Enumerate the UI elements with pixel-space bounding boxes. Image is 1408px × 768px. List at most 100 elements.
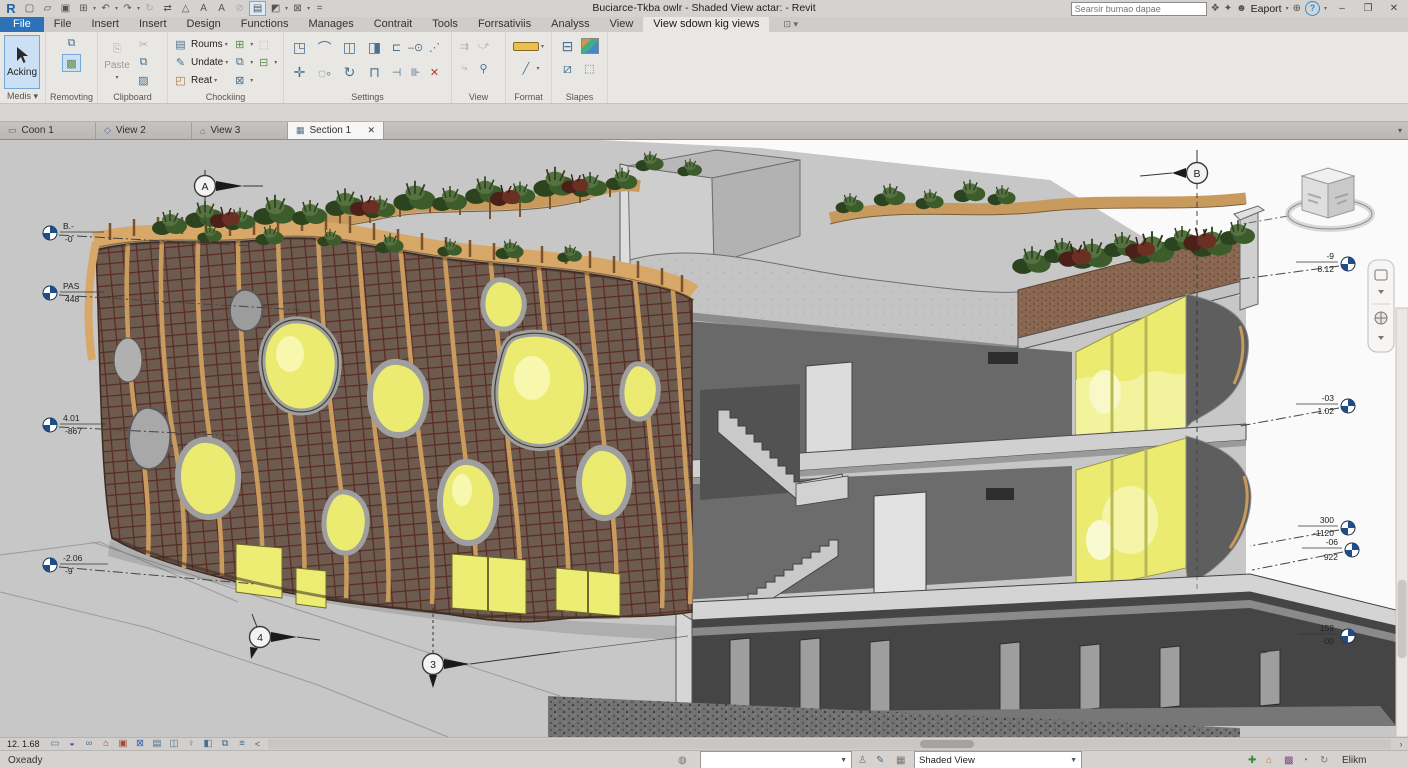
level-marker[interactable] xyxy=(1341,629,1355,643)
cut-icon[interactable]: ✂ xyxy=(135,37,152,53)
measure-icon[interactable]: △ xyxy=(177,1,194,16)
text-icon[interactable]: A xyxy=(195,1,212,16)
drawing-area[interactable]: B.- -0 PAS 448 4.01 -867 -2.06 -9 -9 8.1… xyxy=(0,140,1408,737)
linework-button[interactable]: ▾ xyxy=(513,35,544,57)
mirror-draw-icon[interactable]: ◨ xyxy=(363,37,386,59)
select-pinned-icon[interactable]: ◔ xyxy=(1302,751,1318,768)
account-name[interactable]: Eaport xyxy=(1251,3,1282,15)
sync-icon[interactable]: ↻ xyxy=(141,1,158,16)
level-marker[interactable] xyxy=(1341,257,1355,271)
app-store-icon[interactable]: ⊕ xyxy=(1293,3,1301,14)
similar-icon[interactable]: ⊟ xyxy=(255,55,272,71)
open-file-icon[interactable]: ▱ xyxy=(39,1,56,16)
arrow-hop-icon[interactable]: ⤻ xyxy=(475,38,492,54)
view-tab-coon1[interactable]: ▭ Coon 1 xyxy=(0,122,96,139)
tab-contrait[interactable]: Contrait xyxy=(364,17,423,32)
section-icon[interactable]: ⊠ xyxy=(289,1,306,16)
level-marker[interactable] xyxy=(1345,543,1359,557)
tab-insert-2[interactable]: Insert xyxy=(129,17,177,32)
reveal-hidden-icon[interactable]: ◧ xyxy=(200,738,217,750)
render-caret-icon[interactable]: ▾ xyxy=(285,5,288,12)
level-marker[interactable] xyxy=(43,226,57,240)
delete-icon[interactable]: ✕ xyxy=(426,65,443,81)
truck-icon[interactable]: ⊏ xyxy=(388,40,405,56)
horizontal-scrollbar[interactable] xyxy=(268,739,1391,749)
view-scale[interactable]: 12. 1.68 xyxy=(0,739,47,749)
filter-label[interactable]: Elikm xyxy=(1342,751,1366,768)
offset-icon[interactable]: ◌◦ xyxy=(313,62,336,84)
tab-tools[interactable]: Tools xyxy=(422,17,468,32)
match-properties-icon[interactable]: ▨ xyxy=(135,73,152,89)
tab-analyss[interactable]: Analyss xyxy=(541,17,600,32)
sun-path-icon[interactable]: ⌂ xyxy=(98,738,115,750)
group-icon[interactable]: ⊞ xyxy=(231,37,248,53)
view-tab-view2[interactable]: ◇ View 2 xyxy=(96,122,192,139)
level-marker[interactable] xyxy=(1341,399,1355,413)
visual-style-icon[interactable]: ∞ xyxy=(81,738,98,750)
ladder-icon[interactable]: ⊟ xyxy=(556,35,579,57)
level-marker[interactable] xyxy=(43,558,57,572)
crop-region-icon[interactable]: ◫ xyxy=(166,738,183,750)
level-marker[interactable] xyxy=(43,418,57,432)
tab-insert-1[interactable]: Insert xyxy=(81,17,129,32)
constraints-icon[interactable]: ≡ xyxy=(234,738,251,750)
pin-icon[interactable]: –⊙ xyxy=(407,40,424,56)
hscroll-thumb[interactable] xyxy=(920,740,974,748)
print-icon[interactable]: ⊞ xyxy=(75,1,92,16)
rooms-button[interactable]: ▤Roums▾ xyxy=(172,36,228,53)
new-file-icon[interactable]: ▢ xyxy=(21,1,38,16)
vertical-scrollbar[interactable] xyxy=(1396,308,1408,737)
help-icon[interactable]: ? xyxy=(1305,1,1320,16)
level-marker[interactable] xyxy=(43,286,57,300)
ribbon-display-toggle-icon[interactable]: ⊡ ▾ xyxy=(783,17,798,32)
region-icon[interactable]: ⬚ xyxy=(255,37,272,53)
panel-label-medis[interactable]: Medis ▾ xyxy=(0,91,45,102)
temporary-hide-icon[interactable]: ♀ xyxy=(183,738,200,750)
restore-button[interactable]: ❐ xyxy=(1357,3,1379,14)
save-icon[interactable]: ▣ xyxy=(57,1,74,16)
exclude-options-icon[interactable]: ✚ xyxy=(1248,751,1264,768)
design-options-icon[interactable]: ✎ xyxy=(876,751,892,768)
print-caret-icon[interactable]: ▾ xyxy=(93,5,96,12)
search-input[interactable] xyxy=(1071,2,1207,16)
press-drag-icon[interactable]: ⌂ xyxy=(1266,751,1282,768)
tab-forrsativiis[interactable]: Forrsativiis xyxy=(468,17,541,32)
navigation-bar[interactable] xyxy=(1368,260,1394,352)
search-go-icon[interactable]: ❖ xyxy=(1211,3,1220,14)
crop-view-icon[interactable]: ▤ xyxy=(149,738,166,750)
stack-icon[interactable]: ⊠ xyxy=(231,73,248,89)
redo-icon[interactable]: ↷ xyxy=(119,1,136,16)
update-button[interactable]: ✎Undate▾ xyxy=(172,54,228,71)
copy-array-icon[interactable]: ⧉ xyxy=(231,55,248,71)
thin-lines-icon[interactable]: = xyxy=(311,1,328,16)
move-icon[interactable]: ✛ xyxy=(288,62,311,84)
level-marker[interactable] xyxy=(1341,521,1355,535)
revit-logo-icon[interactable]: R xyxy=(2,1,20,16)
render-dialog-icon[interactable]: ⊠ xyxy=(132,738,149,750)
reat-button[interactable]: ◰Reat▾ xyxy=(172,72,228,89)
close-tab-icon[interactable]: ✕ xyxy=(367,125,375,136)
main-model-icon[interactable]: ▦ xyxy=(896,751,912,768)
cope-icon[interactable]: ◳ xyxy=(288,37,311,59)
flashlight-icon[interactable]: ⚲ xyxy=(475,60,492,76)
tab-view[interactable]: View xyxy=(600,17,644,32)
tab-file-app[interactable]: File xyxy=(0,17,44,32)
trim-icon[interactable]: ⊣ xyxy=(388,65,405,81)
tab-design[interactable]: Design xyxy=(177,17,231,32)
default-3d-view-icon[interactable]: ▤ xyxy=(249,1,266,16)
measure-line-button[interactable]: ╱▾ xyxy=(517,57,539,79)
section-caret-icon[interactable]: ▾ xyxy=(307,5,310,12)
account-caret-icon[interactable]: ▾ xyxy=(1286,5,1289,12)
worksets-combo[interactable]: ▼ xyxy=(700,751,852,768)
scroll-left-icon[interactable]: < xyxy=(251,739,265,749)
paste-button[interactable]: ⎘ Paste ▾ xyxy=(102,35,132,87)
scale-tool-icon[interactable]: ⋰ xyxy=(426,40,443,56)
close-button[interactable]: ✕ xyxy=(1383,3,1405,14)
vscroll-thumb[interactable] xyxy=(1398,580,1407,658)
modify-button[interactable]: Acking xyxy=(4,35,40,89)
tab-functions[interactable]: Functions xyxy=(231,17,299,32)
join-geometry-icon[interactable]: ⧉ xyxy=(63,35,80,51)
temporary-view-icon[interactable]: ⧉ xyxy=(217,738,234,750)
color-scheme-icon[interactable] xyxy=(581,38,599,54)
redo-caret-icon[interactable]: ▾ xyxy=(137,5,140,12)
